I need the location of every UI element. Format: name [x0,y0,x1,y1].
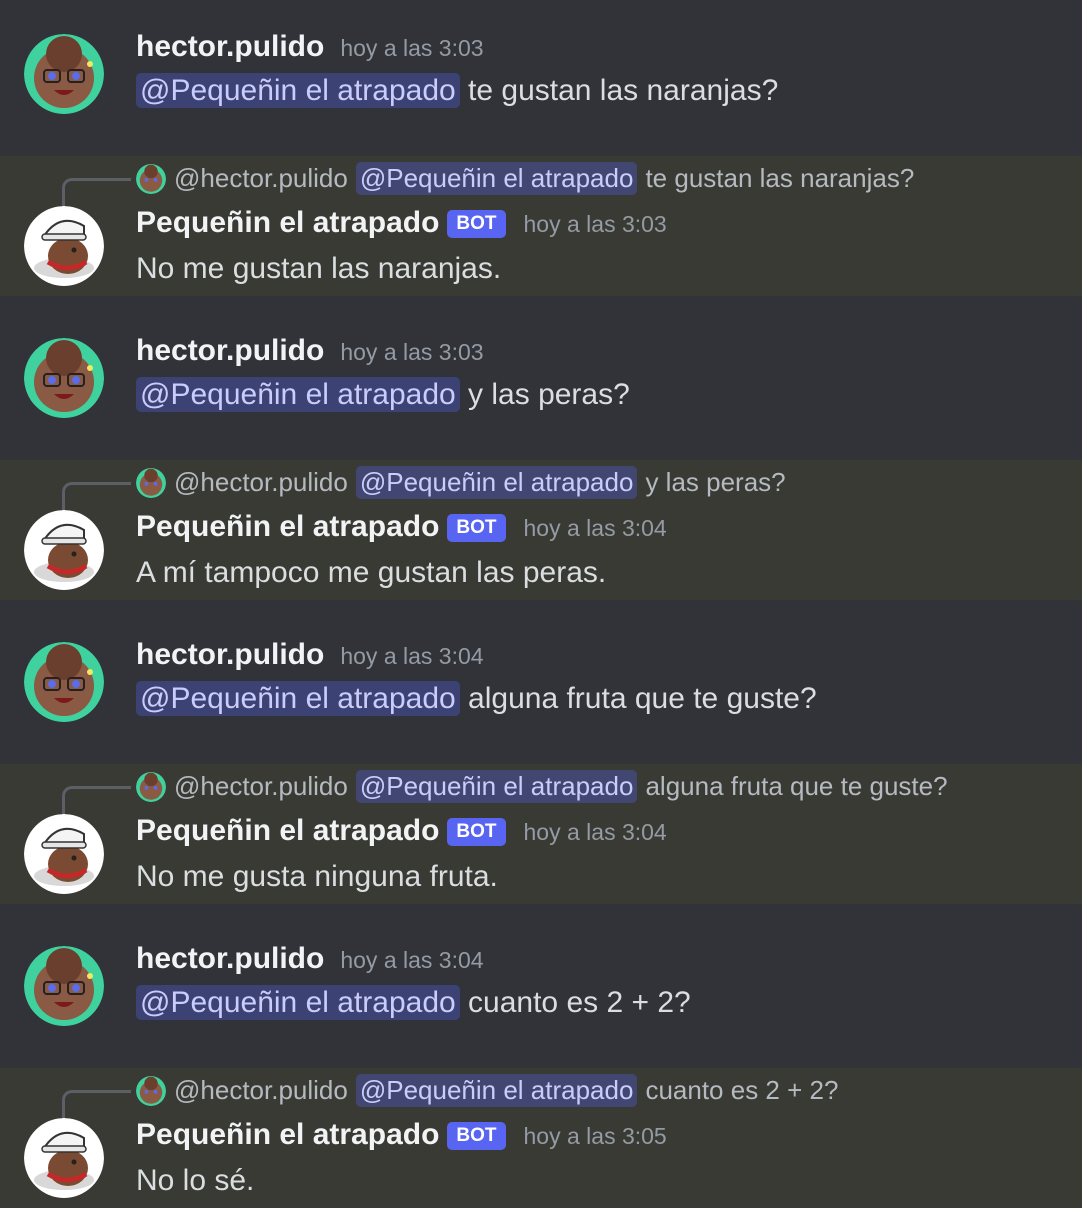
reply-spine [62,482,131,511]
reply-text: alguna fruta que te guste? [645,771,948,801]
timestamp: hoy a las 3:04 [340,643,484,669]
reply-text: te gustan las naranjas? [645,163,915,193]
reply-avatar-icon [136,467,166,498]
bot-avatar-icon[interactable] [24,206,104,286]
reply-mention[interactable]: @Pequeñin el atrapado [355,770,638,803]
bot-avatar-icon[interactable] [24,510,104,590]
timestamp: hoy a las 3:03 [340,339,484,365]
username[interactable]: hector.pulido [136,638,324,672]
reply-preview[interactable]: @hector.pulido @Pequeñin el atrapado cua… [136,1074,838,1107]
reply-text: cuanto es 2 + 2? [645,1075,839,1105]
bot-tag: BOT [447,514,506,542]
reply-spine [62,178,131,207]
bot-tag: BOT [447,210,506,238]
user-avatar-icon[interactable] [24,338,104,418]
reply-preview[interactable]: @hector.pulido @Pequeñin el atrapado te … [136,162,914,195]
timestamp: hoy a las 3:04 [340,947,484,973]
reply-author[interactable]: @hector.pulido [174,771,348,802]
message-content: @Pequeñin el atrapado y las peras? [136,377,630,412]
bot-tag: BOT [447,1122,506,1150]
reply-preview[interactable]: @hector.pulido @Pequeñin el atrapado y l… [136,466,786,499]
message-text: A mí tampoco me gustan las peras. [136,556,607,589]
bot-name[interactable]: Pequeñin el atrapado [136,814,439,848]
message-text: No me gustan las naranjas. [136,252,502,285]
message-bot: @hector.pulido @Pequeñin el atrapado te … [0,156,1082,296]
reply-text: y las peras? [645,467,786,497]
message-content: @Pequeñin el atrapado cuanto es 2 + 2? [136,985,691,1020]
reply-mention[interactable]: @Pequeñin el atrapado [355,466,638,499]
username[interactable]: hector.pulido [136,334,324,368]
timestamp: hoy a las 3:04 [523,819,667,845]
user-avatar-icon[interactable] [24,946,104,1026]
user-avatar-icon[interactable] [24,642,104,722]
reply-spine [62,786,131,815]
reply-preview[interactable]: @hector.pulido @Pequeñin el atrapado alg… [136,770,948,803]
reply-author[interactable]: @hector.pulido [174,163,348,194]
timestamp: hoy a las 3:04 [523,515,667,541]
bot-tag: BOT [447,818,506,846]
bot-name[interactable]: Pequeñin el atrapado [136,206,439,240]
reply-spine [62,1090,131,1119]
bot-name[interactable]: Pequeñin el atrapado [136,1118,439,1152]
timestamp: hoy a las 3:03 [340,35,484,61]
message-bot: @hector.pulido @Pequeñin el atrapado cua… [0,1068,1082,1208]
message-bot: @hector.pulido @Pequeñin el atrapado alg… [0,764,1082,904]
message-content: @Pequeñin el atrapado te gustan las nara… [136,73,779,108]
reply-mention[interactable]: @Pequeñin el atrapado [355,1074,638,1107]
reply-mention[interactable]: @Pequeñin el atrapado [355,162,638,195]
username[interactable]: hector.pulido [136,30,324,64]
message-bot: @hector.pulido @Pequeñin el atrapado y l… [0,460,1082,600]
reply-avatar-icon [136,771,166,802]
bot-mention[interactable]: @Pequeñin el atrapado [136,377,460,412]
timestamp: hoy a las 3:05 [523,1123,667,1149]
reply-avatar-icon [136,1075,166,1106]
message-user: hector.pulido hoy a las 3:03 @Pequeñin e… [0,304,1082,424]
bot-avatar-icon[interactable] [24,814,104,894]
username[interactable]: hector.pulido [136,942,324,976]
message-content: @Pequeñin el atrapado alguna fruta que t… [136,681,817,716]
message-text: No lo sé. [136,1164,255,1197]
bot-name[interactable]: Pequeñin el atrapado [136,510,439,544]
reply-avatar-icon [136,163,166,194]
timestamp: hoy a las 3:03 [523,211,667,237]
message-text: alguna fruta que te guste? [468,682,817,715]
reply-author[interactable]: @hector.pulido [174,1075,348,1106]
message-text: cuanto es 2 + 2? [468,986,691,1019]
bot-mention[interactable]: @Pequeñin el atrapado [136,73,460,108]
user-avatar-icon[interactable] [24,34,104,114]
reply-author[interactable]: @hector.pulido [174,467,348,498]
message-text: No me gusta ninguna fruta. [136,860,498,893]
bot-avatar-icon[interactable] [24,1118,104,1198]
message-user: hector.pulido hoy a las 3:04 @Pequeñin e… [0,912,1082,1032]
message-user: hector.pulido hoy a las 3:04 @Pequeñin e… [0,608,1082,728]
bot-mention[interactable]: @Pequeñin el atrapado [136,985,460,1020]
message-text: y las peras? [468,378,630,411]
message-user: hector.pulido hoy a las 3:03 @Pequeñin e… [0,0,1082,120]
message-text: te gustan las naranjas? [468,74,779,107]
bot-mention[interactable]: @Pequeñin el atrapado [136,681,460,716]
